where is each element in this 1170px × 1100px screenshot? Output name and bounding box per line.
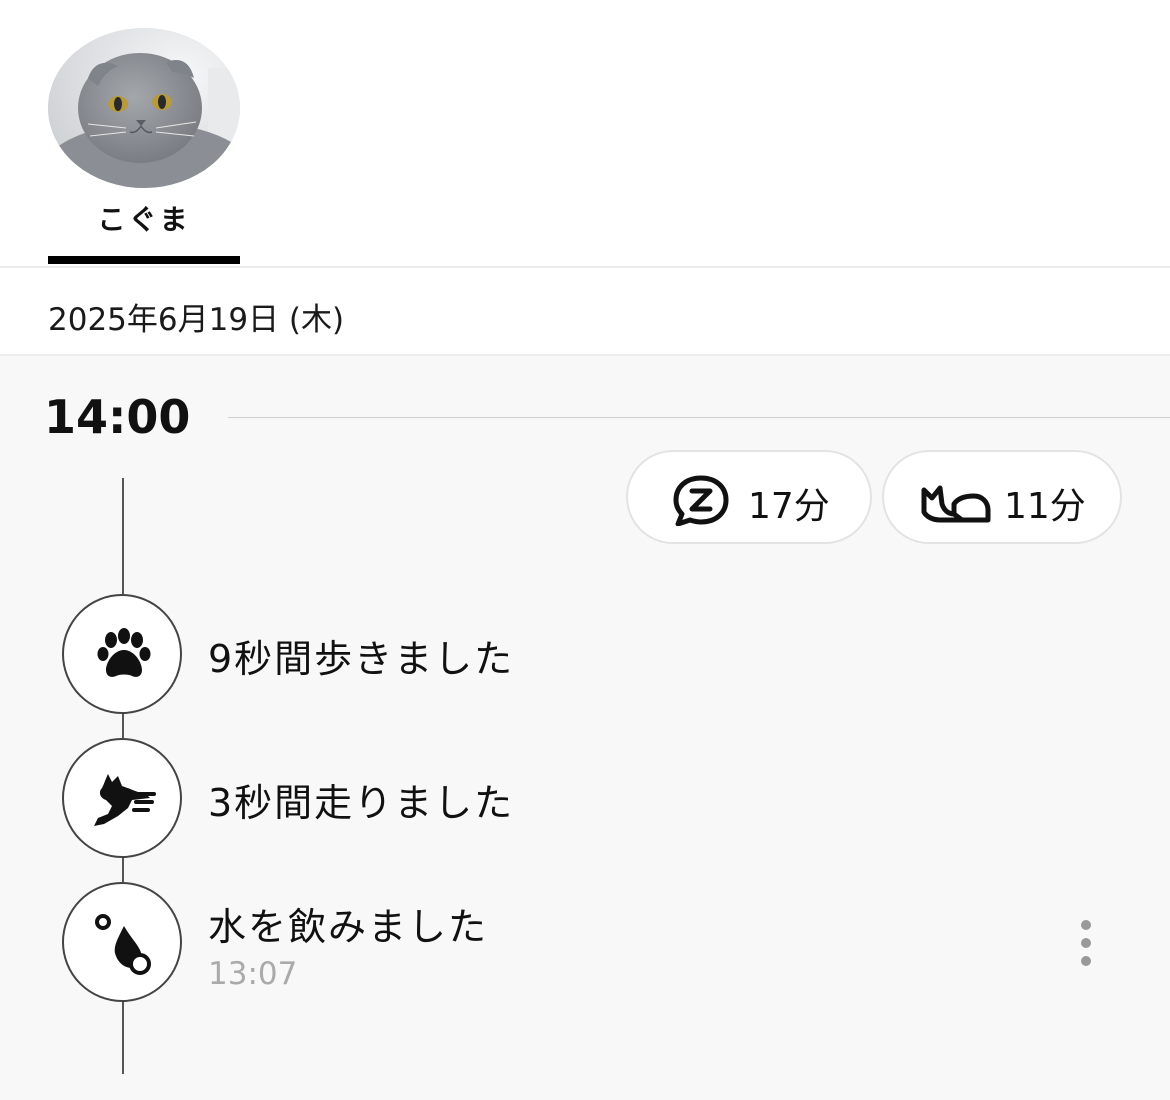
tab-selected-indicator [48,256,240,264]
event-description: 9秒間歩きました [208,637,515,681]
timeline-event-walk[interactable]: 9秒間歩きました [0,594,1170,718]
running-cat-icon [94,774,156,826]
event-icon-badge [62,594,182,714]
event-icon-badge [62,882,182,1002]
kebab-dot-icon [1081,938,1091,948]
rest-summary-pill[interactable]: 11分 [882,450,1122,544]
date-header: 2025年6月19日 (木) [0,268,1170,356]
timeline-event-run[interactable]: 3秒間走りました [0,738,1170,862]
hour-label: 14:00 [44,390,191,444]
pet-name: こぐま [97,203,191,236]
sleep-chat-icon [670,474,732,530]
pet-selector-bar: こぐま [0,0,1170,268]
event-description: 3秒間走りました [208,781,515,825]
paw-icon [97,628,151,677]
water-drop-icon [95,914,151,975]
event-time: 13:07 [208,956,298,992]
event-icon-badge [62,738,182,858]
timeline-connector [122,478,124,594]
avatar [48,28,240,188]
pet-tab-koguma[interactable]: こぐま [48,28,240,264]
more-options-button[interactable] [1070,920,1102,968]
timeline-connector [122,1002,124,1074]
activity-timeline: 14:00 17分 11分 9秒間歩きました 3秒間走りました 水を飲みました … [0,356,1170,1100]
timeline-event-drink[interactable]: 水を飲みました 13:07 [0,882,1170,1006]
sleep-duration: 17分 [748,486,830,527]
sleep-summary-pill[interactable]: 17分 [626,450,872,544]
lying-cat-icon [918,474,992,530]
cat-photo-image [48,28,240,188]
event-description: 水を飲みました [208,905,489,949]
date-label: 2025年6月19日 (木) [48,302,345,338]
kebab-dot-icon [1081,920,1091,930]
kebab-dot-icon [1081,956,1091,966]
hour-divider [228,417,1170,418]
rest-duration: 11分 [1004,486,1086,527]
